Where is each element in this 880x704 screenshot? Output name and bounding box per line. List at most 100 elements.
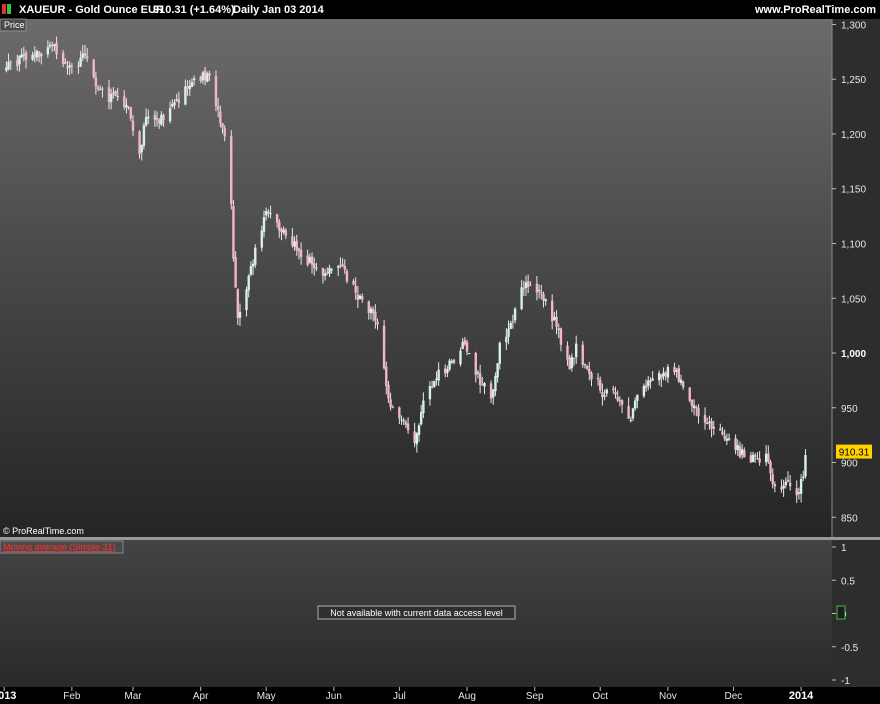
time-tick-label: 2013 — [0, 690, 16, 702]
price-label: Price — [4, 20, 25, 30]
candle-body — [206, 73, 209, 82]
candle-body — [614, 392, 617, 395]
candle-body — [22, 54, 26, 56]
candle-body — [764, 453, 768, 463]
candle-body — [430, 386, 434, 388]
copyright-label: © ProRealTime.com — [3, 526, 84, 536]
candle-body — [575, 343, 578, 358]
candle-body — [369, 308, 373, 313]
candle-body — [513, 308, 517, 321]
candle-body — [522, 288, 526, 290]
candle-body — [651, 378, 654, 381]
candle-body — [269, 213, 272, 215]
candle-body — [444, 368, 447, 374]
candle-body — [509, 323, 512, 329]
candle-body — [448, 360, 451, 370]
indicator-tick-label: 0.5 — [841, 576, 855, 587]
candle-body — [64, 61, 67, 65]
candle-body — [662, 372, 665, 377]
chart-canvas[interactable]: XAUEUR - Gold Ounce EUR 910.31 (+1.64%) … — [0, 0, 880, 704]
candle-body — [627, 406, 630, 419]
candle-body — [540, 292, 543, 294]
price-tick-label: 1,100 — [841, 240, 866, 251]
candle-body — [157, 119, 161, 124]
candle-body — [114, 90, 117, 96]
candle-body — [101, 88, 104, 90]
candle-body — [48, 44, 52, 47]
candle-body — [461, 342, 464, 349]
candle-body — [544, 298, 547, 302]
panel-separator[interactable] — [0, 537, 880, 540]
candle-body — [238, 312, 242, 318]
candle-body — [673, 367, 676, 373]
candle-body — [677, 368, 681, 382]
candle-body — [599, 379, 602, 391]
time-tick-label: Jun — [326, 691, 342, 702]
candle-body — [142, 125, 146, 146]
candle-body — [404, 422, 408, 425]
candle-body — [489, 383, 493, 399]
candle-body — [214, 76, 218, 107]
time-tick-label: Oct — [592, 691, 608, 702]
candle-body — [278, 221, 281, 231]
candle-body — [788, 482, 792, 487]
candle-body — [553, 316, 556, 320]
candle-body — [725, 438, 729, 441]
candle-body — [339, 265, 342, 267]
candle-body — [297, 248, 301, 252]
candle-body — [356, 294, 360, 300]
time-tick-label: Dec — [725, 691, 743, 702]
candle-body — [53, 44, 56, 47]
candle-body — [275, 214, 279, 223]
site-link[interactable]: www.ProRealTime.com — [754, 4, 876, 16]
candle-body — [391, 407, 395, 409]
candle-body — [524, 282, 528, 288]
candle-body — [254, 247, 257, 265]
candle-body — [83, 53, 87, 57]
time-tick-label: 2014 — [789, 690, 814, 702]
candle-body — [385, 366, 388, 386]
candle-body — [160, 114, 163, 125]
candle-body — [9, 61, 12, 63]
candle-body — [647, 380, 650, 386]
candle-body — [155, 118, 159, 120]
candle-body — [446, 369, 449, 374]
candle-body — [505, 336, 508, 343]
candle-body — [337, 266, 340, 268]
candle-body — [520, 287, 523, 310]
candle-body — [474, 353, 477, 375]
candle-body — [262, 217, 266, 232]
candle-body — [184, 86, 187, 105]
candle-body — [249, 266, 253, 275]
candle-body — [293, 241, 296, 247]
candle-body — [797, 492, 801, 494]
candle-body — [175, 99, 178, 102]
candle-body — [374, 311, 377, 321]
candle-body — [46, 47, 50, 55]
price-tick-label: 1,000 — [841, 349, 866, 360]
candle-body — [376, 321, 379, 325]
time-tick-label: Mar — [124, 691, 142, 702]
time-tick-label: Sep — [526, 691, 544, 702]
candle-body — [511, 321, 515, 323]
green-square-icon — [7, 4, 11, 14]
candle-body — [428, 386, 432, 400]
candle-body — [398, 407, 401, 419]
indicator-title[interactable]: Moving average (Simple 31) — [3, 542, 116, 552]
candle-body — [496, 363, 499, 378]
candle-body — [719, 428, 722, 431]
candle-body — [107, 87, 111, 103]
candle-body — [70, 65, 74, 67]
candle-body — [660, 374, 663, 379]
candle-body — [697, 407, 700, 417]
candle-body — [706, 423, 709, 425]
candle-body — [354, 285, 357, 293]
period-label: Daily — [233, 4, 260, 16]
candle-body — [782, 485, 785, 489]
candle-body — [572, 357, 576, 359]
candle-body — [437, 369, 440, 381]
candle-body — [308, 257, 312, 263]
indicator-tick-label: -1 — [841, 676, 850, 687]
candle-body — [313, 263, 316, 269]
candle-body — [321, 268, 325, 276]
